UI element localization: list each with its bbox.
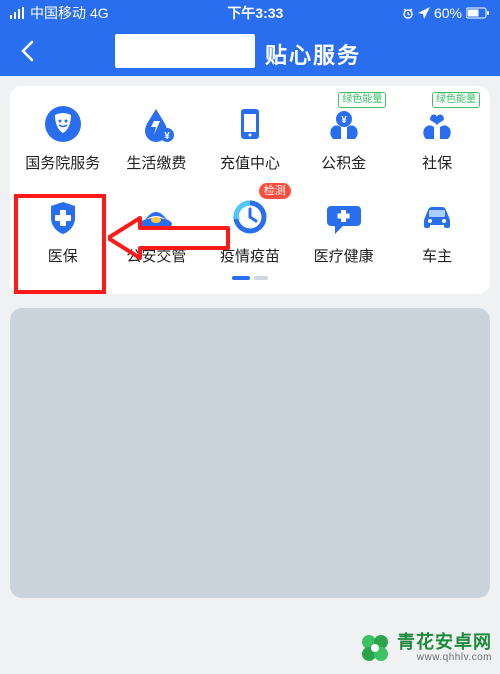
page-title: 贴心服务	[265, 38, 361, 70]
service-state-council[interactable]: 国务院服务	[16, 102, 110, 173]
phone-icon	[229, 103, 271, 145]
network-label: 4G	[90, 5, 109, 21]
service-label: 公安交管	[126, 245, 186, 266]
watermark-sub: www.qhhlv.com	[397, 652, 492, 663]
service-label: 疫情疫苗	[220, 245, 280, 266]
svg-text:¥: ¥	[165, 131, 171, 142]
banner-placeholder[interactable]	[10, 308, 490, 598]
back-button[interactable]	[12, 36, 42, 66]
police-hat-icon	[135, 196, 177, 238]
service-label: 生活缴费	[126, 152, 186, 173]
service-car-owner[interactable]: 车主	[390, 195, 484, 266]
service-label: 公积金	[321, 152, 366, 173]
location-icon	[418, 7, 430, 19]
alarm-icon	[402, 7, 414, 19]
signal-icon	[10, 7, 26, 19]
battery-label: 60%	[434, 5, 462, 21]
service-label: 车主	[422, 245, 452, 266]
service-utilities[interactable]: ¥ 生活缴费	[110, 102, 204, 173]
service-social-security[interactable]: 绿色能量 社保	[390, 102, 484, 173]
nav-bar: 贴心服务	[0, 26, 500, 76]
content-area: 国务院服务 ¥ 生活缴费 充值中心 绿色能量 ¥ 公积金 绿色能量	[0, 76, 500, 608]
services-card: 国务院服务 ¥ 生活缴费 充值中心 绿色能量 ¥ 公积金 绿色能量	[10, 86, 490, 294]
service-label: 国务院服务	[25, 152, 100, 173]
clover-icon	[357, 630, 393, 666]
status-right: 60%	[402, 5, 490, 21]
hands-coin-icon: ¥	[323, 103, 365, 145]
hands-heart-icon	[416, 103, 458, 145]
service-housing-fund[interactable]: 绿色能量 ¥ 公积金	[297, 102, 391, 173]
clock-virus-icon	[229, 196, 271, 238]
status-bar: 中国移动 4G 下午3:33 60%	[0, 0, 500, 26]
chevron-left-icon	[20, 40, 34, 62]
car-icon	[416, 196, 458, 238]
service-recharge[interactable]: 充值中心	[203, 102, 297, 173]
watermark: 青花安卓网 www.qhhlv.com	[357, 630, 492, 666]
page-indicator	[16, 276, 484, 280]
title-mask	[115, 34, 255, 68]
status-left: 中国移动 4G	[10, 3, 109, 23]
pager-dot	[254, 276, 268, 280]
pager-dot-active	[232, 276, 250, 280]
clock: 下午3:33	[227, 3, 283, 23]
service-medical-insurance[interactable]: 医保	[16, 195, 110, 266]
chat-cross-icon	[323, 196, 365, 238]
service-label: 医疗健康	[314, 245, 374, 266]
service-police-traffic[interactable]: 公安交管	[110, 195, 204, 266]
medical-shield-icon	[42, 196, 84, 238]
svg-text:¥: ¥	[341, 115, 347, 126]
battery-icon	[466, 7, 490, 19]
watermark-title: 青花安卓网	[397, 633, 492, 653]
droplet-icon: ¥	[135, 103, 177, 145]
app-screen: 中国移动 4G 下午3:33 60% 贴心服务 国务院服务	[0, 0, 500, 674]
service-medical-health[interactable]: 医疗健康	[297, 195, 391, 266]
services-grid: 国务院服务 ¥ 生活缴费 充值中心 绿色能量 ¥ 公积金 绿色能量	[16, 102, 484, 266]
service-label: 医保	[48, 245, 78, 266]
carrier-label: 中国移动	[30, 3, 86, 23]
service-label: 社保	[422, 152, 452, 173]
service-epidemic-vaccine[interactable]: 检测 疫情疫苗	[203, 195, 297, 266]
service-label: 充值中心	[220, 152, 280, 173]
shield-icon	[42, 103, 84, 145]
